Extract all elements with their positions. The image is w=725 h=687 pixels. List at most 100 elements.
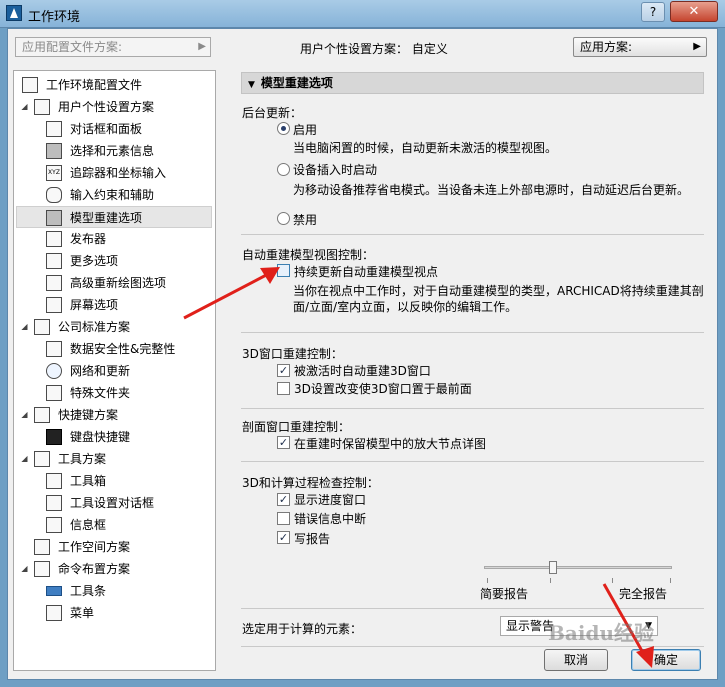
shortcut-icon — [34, 407, 50, 423]
collapse-triangle-icon[interactable]: ◢ — [20, 565, 29, 574]
tree-item-menus[interactable]: 菜单 — [16, 602, 212, 624]
checkbox-continuous-update-label: 持续更新自动重建模型视点 — [294, 265, 439, 279]
tree-item-infobox[interactable]: 信息框 — [16, 514, 212, 536]
section-header-model-rebuild[interactable]: ▼ 模型重建选项 — [241, 72, 704, 94]
tree-item-data-safety[interactable]: 数据安全性&完整性 — [16, 338, 212, 360]
tree-item-keyboard-shortcuts[interactable]: 键盘快捷键 — [16, 426, 212, 448]
caret-down-icon: ▼ — [248, 80, 255, 90]
tree-item-publisher[interactable]: 发布器 — [16, 228, 212, 250]
tree-item-special-folders[interactable]: 特殊文件夹 — [16, 382, 212, 404]
checkbox-show-progress-label: 显示进度窗口 — [294, 493, 367, 507]
radio-device-desc: 为移动设备推荐省电模式。当设备未连上外部电源时，自动延迟后台更新。 — [293, 183, 690, 197]
user-settings-icon — [34, 99, 50, 115]
checkbox-show-progress[interactable]: ✓ — [277, 493, 290, 506]
divider — [241, 408, 704, 409]
collapse-triangle-icon[interactable]: ◢ — [20, 411, 29, 420]
archicad-app-icon — [6, 5, 22, 21]
tree-item-dialogs-palettes[interactable]: 对话框和面板 — [16, 118, 212, 140]
apply-scheme-button[interactable]: 应用方案: ▶ — [573, 37, 707, 57]
radio-enable-desc: 当电脑闲置的时候，自动更新未激活的模型视图。 — [293, 141, 558, 155]
window-title: 工作环境 — [28, 10, 81, 25]
window3d-label: 3D窗口重建控制： — [242, 347, 343, 361]
tree-item-command-layout[interactable]: ◢ 命令布置方案 — [16, 558, 212, 580]
radio-enable[interactable] — [277, 122, 290, 135]
chevron-right-icon: ▶ — [693, 41, 701, 52]
tools-icon — [34, 451, 50, 467]
tree-item-toolbars[interactable]: 工具条 — [16, 580, 212, 602]
redraw-icon — [46, 275, 62, 291]
tree-item-workenv-profile[interactable]: 工作环境配置文件 — [16, 74, 212, 96]
checkbox-3d-bring-front[interactable] — [277, 382, 290, 395]
sliders-icon — [46, 253, 62, 269]
command-layout-icon — [34, 561, 50, 577]
collapse-triangle-icon[interactable]: ◢ — [20, 103, 29, 112]
infobox-icon — [46, 517, 62, 533]
collapse-triangle-icon[interactable]: ◢ — [20, 455, 29, 464]
help-button[interactable]: ? — [641, 2, 665, 22]
settings-tree[interactable]: 工作环境配置文件 ◢ 用户个性设置方案 对话框和面板 选择和元素信息 XYZ 追… — [13, 70, 216, 671]
profile-scheme-select[interactable]: 应用配置文件方案: ▶ — [15, 37, 211, 57]
folder-icon — [46, 385, 62, 401]
annotation-arrow-icon — [183, 267, 280, 320]
checkbox-stop-on-error-label: 错误信息中断 — [294, 512, 367, 526]
tree-item-shortcut-schemes[interactable]: ◢ 快捷键方案 — [16, 404, 212, 426]
watermark: Baidu经验 — [548, 621, 654, 645]
background-update-label: 后台更新： — [242, 106, 303, 120]
calc-elements-value: 显示警告 — [506, 619, 555, 633]
toolbar-icon — [46, 586, 62, 596]
radio-disable-label: 禁用 — [293, 213, 318, 227]
checkbox-keep-detail-label: 在重建时保留模型中的放大节点详图 — [294, 437, 487, 451]
tool-settings-icon — [46, 495, 62, 511]
profile-status-text: 用户个性设置方案： 自定义 — [300, 42, 448, 56]
tree-item-toolbox[interactable]: 工具箱 — [16, 470, 212, 492]
checkbox-auto-rebuild-3d[interactable]: ✓ — [277, 364, 290, 377]
tree-item-network-update[interactable]: 网络和更新 — [16, 360, 212, 382]
cancel-button[interactable]: 取消 — [544, 649, 608, 671]
tree-item-input-constraints[interactable]: 输入约束和辅助 — [16, 184, 212, 206]
section-rebuild-label: 剖面窗口重建控制： — [242, 420, 351, 434]
tree-item-tracker-coords[interactable]: XYZ 追踪器和坐标输入 — [16, 162, 212, 184]
mouse-icon — [46, 187, 62, 203]
keyboard-icon — [46, 429, 62, 445]
divider — [241, 234, 704, 235]
radio-device-label: 设备插入时启动 — [293, 163, 378, 177]
auto-rebuild-desc-line2: 面/立面/室内立面，以反映你的编辑工作。 — [293, 300, 518, 314]
checkbox-write-report-label: 写报告 — [294, 532, 331, 546]
checkbox-keep-detail[interactable]: ✓ — [277, 436, 290, 449]
radio-enable-label: 启用 — [293, 123, 318, 137]
selection-icon — [46, 143, 62, 159]
close-button[interactable]: ✕ — [670, 1, 718, 22]
model-rebuild-icon — [46, 210, 62, 226]
checkbox-stop-on-error[interactable] — [277, 512, 290, 525]
monitor-icon — [22, 77, 38, 93]
tree-item-workspace-schemes[interactable]: 工作空间方案 — [16, 536, 212, 558]
slider-tick — [487, 578, 488, 583]
radio-disable[interactable] — [277, 212, 290, 225]
radio-device-plug[interactable] — [277, 163, 290, 176]
profile-scheme-placeholder: 应用配置文件方案: — [22, 40, 123, 54]
chevron-right-icon: ▶ — [198, 41, 206, 52]
calc-elements-label: 选定用于计算的元素： — [242, 622, 363, 636]
checkbox-auto-rebuild-3d-label: 被激活时自动重建3D窗口 — [294, 364, 431, 378]
tree-item-selection-info[interactable]: 选择和元素信息 — [16, 140, 212, 162]
tree-item-user-prefs[interactable]: ◢ 用户个性设置方案 — [16, 96, 212, 118]
publisher-icon — [46, 231, 62, 247]
report-level-slider[interactable] — [484, 566, 672, 569]
auto-rebuild-label: 自动重建模型视图控制： — [242, 248, 375, 262]
company-icon — [34, 319, 50, 335]
window-titlebar: 工作环境 ? ✕ — [0, 0, 725, 28]
progress-control-label: 3D和计算过程检查控制： — [242, 476, 379, 490]
workspace-icon — [34, 539, 50, 555]
auto-rebuild-desc-line1: 当你在视点中工作时，对于自动重建模型的类型，ARCHICAD将持续重建其剖 — [293, 284, 704, 298]
report-level-slider-thumb[interactable] — [549, 561, 557, 574]
tree-item-tool-schemes[interactable]: ◢ 工具方案 — [16, 448, 212, 470]
apply-scheme-label: 应用方案: — [580, 40, 633, 54]
menu-icon — [46, 605, 62, 621]
tree-item-model-rebuild[interactable]: 模型重建选项 — [16, 206, 212, 228]
collapse-triangle-icon[interactable]: ◢ — [20, 323, 29, 332]
tree-item-tool-settings-dialogs[interactable]: 工具设置对话框 — [16, 492, 212, 514]
globe-icon — [46, 363, 62, 379]
divider — [241, 332, 704, 333]
data-safety-icon — [46, 341, 62, 357]
checkbox-write-report[interactable]: ✓ — [277, 531, 290, 544]
